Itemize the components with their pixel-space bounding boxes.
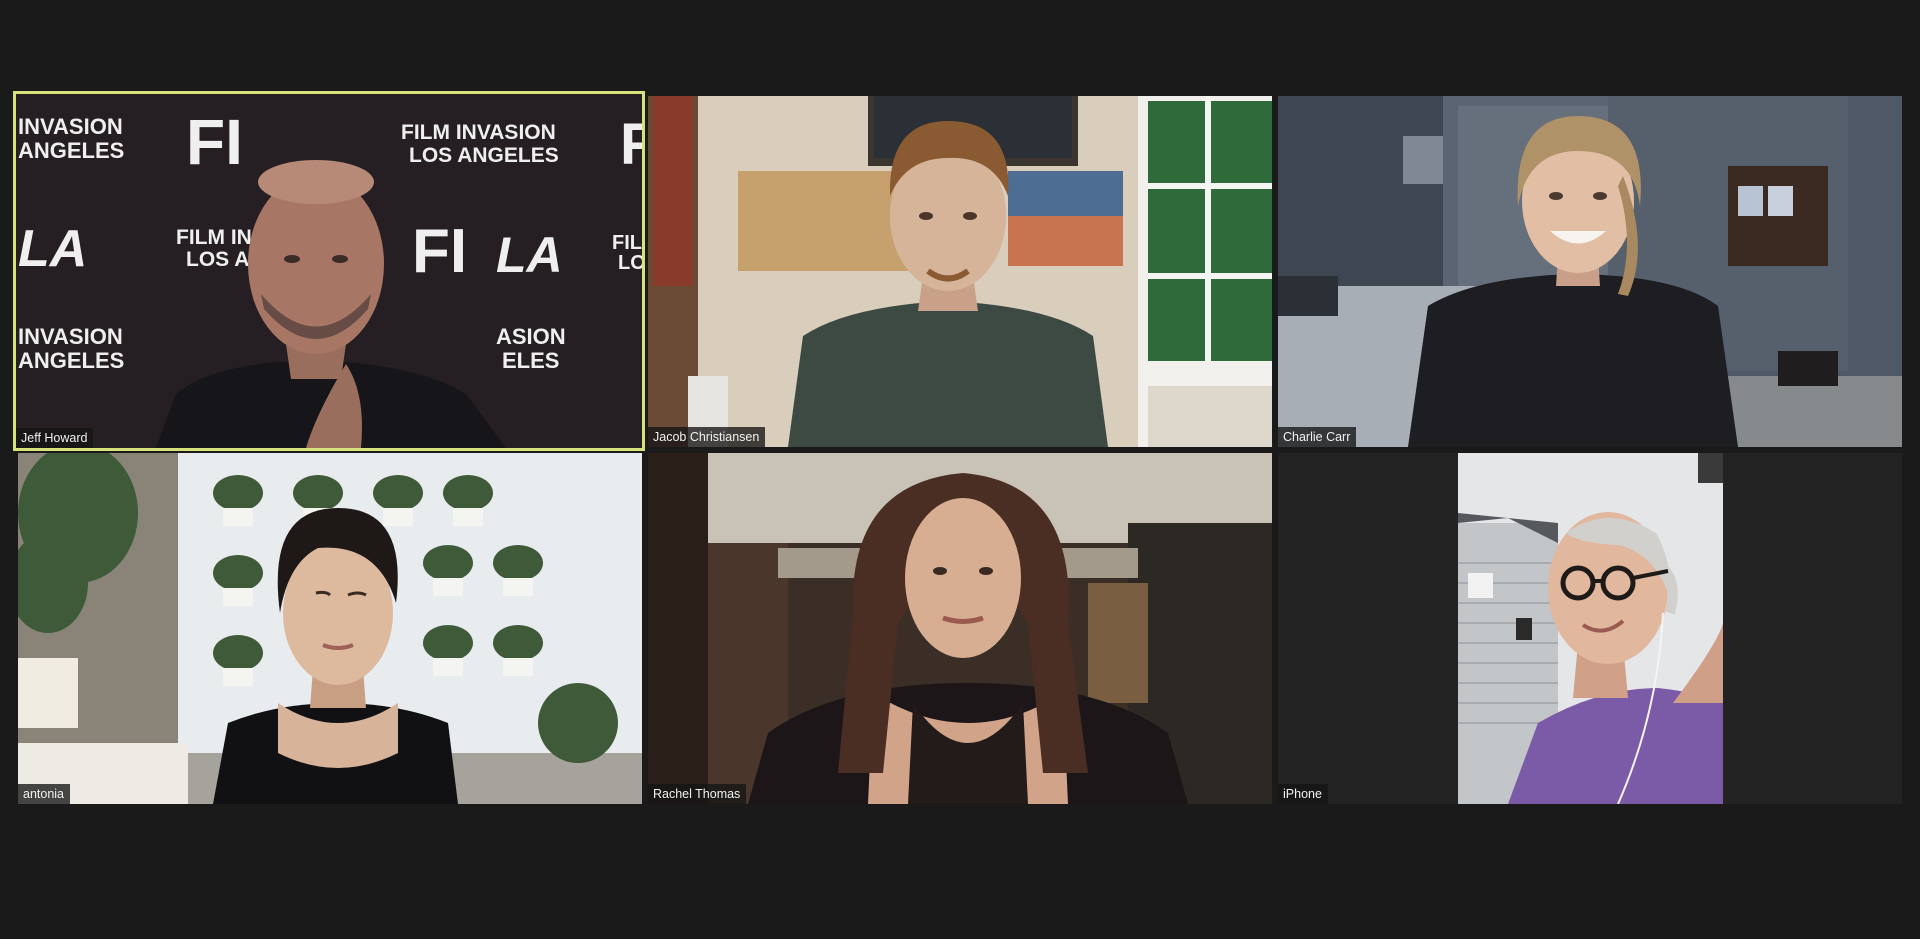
participant-name-label: Jacob Christiansen: [648, 427, 766, 447]
backdrop-text: INVASION: [18, 324, 123, 349]
video-feed-rachel-thomas: [648, 453, 1272, 804]
video-tile-rachel-thomas[interactable]: Rachel Thomas: [648, 453, 1272, 804]
video-feed-antonia: [18, 453, 642, 804]
video-tile-jacob-christiansen[interactable]: Jacob Christiansen: [648, 96, 1272, 447]
video-feed-iphone: [1278, 453, 1902, 804]
backdrop-text: LO: [618, 252, 642, 274]
video-tile-antonia[interactable]: antonia: [18, 453, 642, 804]
video-feed-charlie-carr: [1278, 96, 1902, 447]
backdrop-text: FILM INVASION: [401, 121, 556, 144]
backdrop-text: LOS ANGELES: [409, 144, 559, 167]
participant-name-label: Charlie Carr: [1278, 427, 1357, 447]
participant-name-label: iPhone: [1278, 784, 1328, 804]
backdrop-text: ELES: [502, 348, 559, 373]
backdrop-text: INVASION: [18, 114, 123, 139]
participant-name-label: Rachel Thomas: [648, 784, 747, 804]
backdrop-text: FILM IN: [176, 226, 252, 249]
video-tile-iphone[interactable]: iPhone: [1278, 453, 1902, 804]
participant-name-label: antonia: [18, 784, 71, 804]
participant-name-label: Jeff Howard: [16, 428, 94, 448]
backdrop-text: LA: [18, 220, 87, 278]
video-tile-jeff-howard[interactable]: INVASION ANGELES FI FILM INVASION LOS AN…: [13, 91, 645, 451]
backdrop-text: FI: [412, 217, 467, 286]
backdrop-text: F: [620, 112, 642, 177]
backdrop-text: ANGELES: [18, 348, 124, 373]
backdrop-text: ASION: [496, 324, 566, 349]
backdrop-text: FIL: [612, 232, 642, 254]
backdrop-text: FI: [186, 106, 243, 178]
video-tile-charlie-carr[interactable]: Charlie Carr: [1278, 96, 1902, 447]
video-feed-jeff-howard: INVASION ANGELES FI FILM INVASION LOS AN…: [16, 94, 642, 448]
backdrop-text: ANGELES: [18, 138, 124, 163]
video-grid: INVASION ANGELES FI FILM INVASION LOS AN…: [0, 0, 1920, 939]
backdrop-text: LA: [496, 227, 563, 283]
video-feed-jacob-christiansen: [648, 96, 1272, 447]
